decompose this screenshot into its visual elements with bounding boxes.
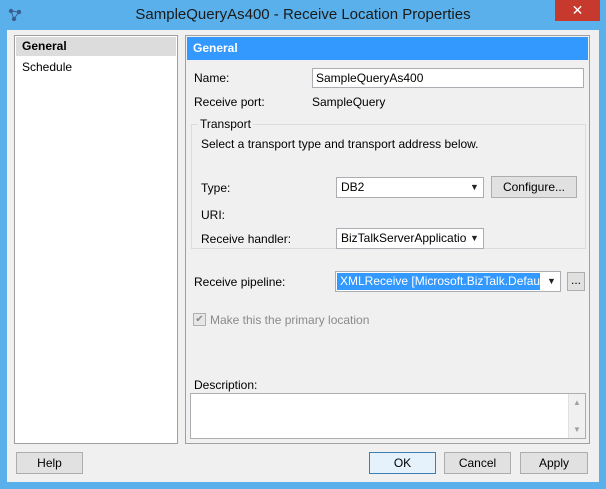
- name-field[interactable]: SampleQueryAs400: [312, 68, 584, 88]
- title-bar[interactable]: SampleQueryAs400 - Receive Location Prop…: [0, 0, 606, 30]
- window-title: SampleQueryAs400 - Receive Location Prop…: [135, 6, 471, 23]
- dialog-client-area: General Schedule General Name: SampleQue…: [7, 30, 599, 482]
- description-label: Description:: [194, 378, 258, 392]
- chevron-down-icon: ▼: [543, 272, 560, 291]
- receive-pipeline-dropdown[interactable]: XMLReceive [Microsoft.BizTalk.DefaultPip…: [335, 271, 561, 292]
- navigation-pane: General Schedule: [14, 35, 178, 444]
- chevron-down-icon: ▼: [466, 229, 483, 248]
- close-button[interactable]: ✕: [555, 0, 600, 21]
- transport-groupbox: Transport Select a transport type and tr…: [191, 117, 586, 249]
- receive-handler-label: Receive handler:: [201, 232, 292, 246]
- transport-group-title: Transport: [198, 117, 253, 131]
- transport-instruction: Select a transport type and transport ad…: [201, 137, 479, 151]
- apply-button[interactable]: Apply: [520, 452, 588, 474]
- type-dropdown-value: DB2: [341, 180, 365, 194]
- configure-button[interactable]: Configure...: [491, 176, 577, 198]
- scroll-up-icon[interactable]: ▲: [569, 395, 585, 410]
- section-header: General: [187, 37, 588, 60]
- cancel-button[interactable]: Cancel: [444, 452, 511, 474]
- type-label: Type:: [201, 181, 231, 195]
- help-button[interactable]: Help: [16, 452, 83, 474]
- primary-location-checkbox[interactable]: ✔: [193, 313, 206, 326]
- general-panel: General Name: SampleQueryAs400 Receive p…: [185, 35, 590, 444]
- receive-pipeline-value: XMLReceive [Microsoft.BizTalk.DefaultPip: [337, 273, 540, 290]
- receive-handler-dropdown[interactable]: BizTalkServerApplication ▼: [336, 228, 484, 249]
- receive-port-label: Receive port:: [194, 95, 265, 109]
- receive-pipeline-label: Receive pipeline:: [194, 275, 286, 289]
- dialog-window: SampleQueryAs400 - Receive Location Prop…: [0, 0, 606, 489]
- primary-location-label: Make this the primary location: [210, 313, 370, 327]
- description-scrollbar[interactable]: ▲ ▼: [568, 394, 585, 438]
- scroll-down-icon[interactable]: ▼: [569, 422, 585, 437]
- description-field[interactable]: ▲ ▼: [190, 393, 586, 439]
- uri-label: URI:: [201, 208, 225, 222]
- ok-button[interactable]: OK: [369, 452, 436, 474]
- close-icon: ✕: [571, 2, 584, 18]
- type-dropdown[interactable]: DB2 ▼: [336, 177, 484, 198]
- receive-port-value: SampleQuery: [312, 95, 386, 109]
- name-label: Name:: [194, 71, 229, 85]
- receive-handler-value: BizTalkServerApplication: [341, 231, 474, 245]
- chevron-down-icon: ▼: [466, 178, 483, 197]
- nav-item-general[interactable]: General: [16, 37, 176, 56]
- nav-item-schedule[interactable]: Schedule: [16, 58, 176, 77]
- name-label-text: Name:: [194, 71, 230, 85]
- browse-pipeline-button[interactable]: ...: [567, 272, 585, 291]
